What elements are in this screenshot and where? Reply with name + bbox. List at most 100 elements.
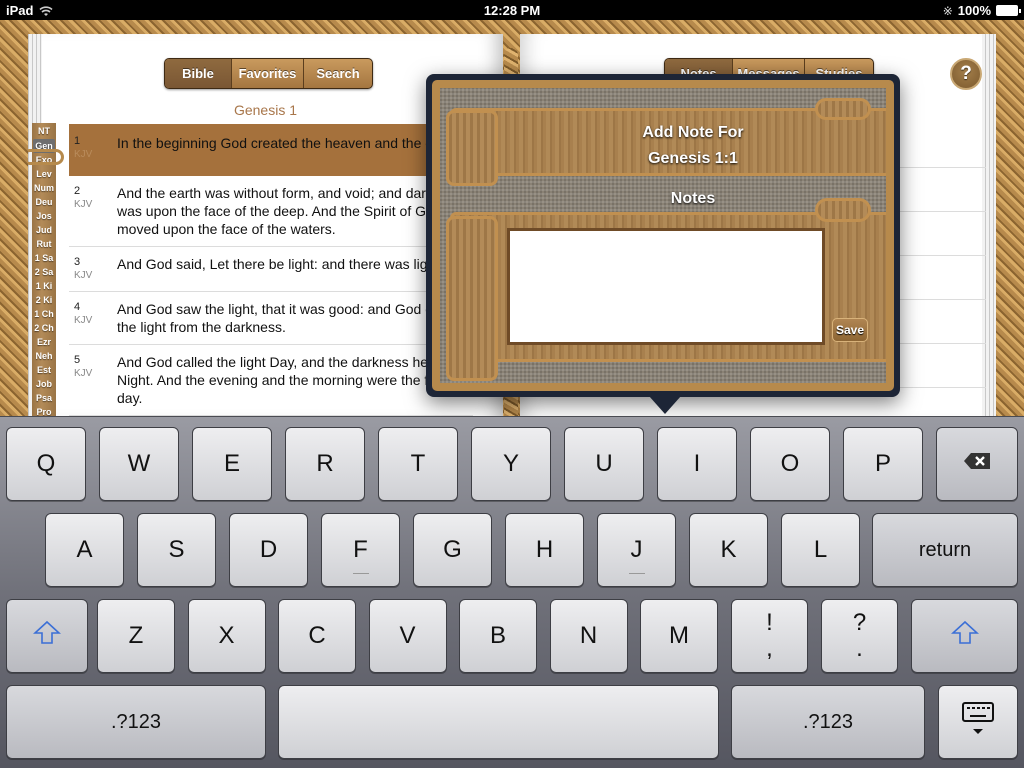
numbers-key-left[interactable]: .?123 xyxy=(6,685,266,759)
key-label: L xyxy=(813,536,828,563)
book-index-item[interactable]: Lev xyxy=(32,167,56,181)
key-label: E xyxy=(223,450,240,477)
book-index-item[interactable]: Rut xyxy=(32,237,56,251)
key-label: B xyxy=(489,622,506,649)
key-k[interactable]: K xyxy=(689,513,768,587)
key-n[interactable]: N xyxy=(549,599,628,673)
key-e[interactable]: E xyxy=(192,427,272,501)
verse-row[interactable]: 1 KJV In the beginning God created the hea… xyxy=(69,124,473,176)
verse-number-label: 1 xyxy=(74,135,81,147)
key-f[interactable]: F xyxy=(321,513,400,587)
hide-keyboard-key[interactable] xyxy=(938,685,1018,759)
book-index-item[interactable]: NT xyxy=(32,123,56,139)
key-label-bottom: . xyxy=(856,635,863,662)
verse-number: 5 KJV xyxy=(69,353,117,407)
key-d[interactable]: D xyxy=(229,513,308,587)
scroll-roll-decoration xyxy=(446,110,498,186)
key-label: H xyxy=(535,536,554,563)
key-s[interactable]: S xyxy=(137,513,216,587)
verse-version: KJV xyxy=(74,368,93,379)
battery-icon xyxy=(996,5,1021,16)
verse-text: And God saw the light, that it was good:… xyxy=(117,301,470,335)
key-y[interactable]: Y xyxy=(471,427,551,501)
add-note-popover: Add Note For Genesis 1:1 Notes Save xyxy=(426,74,900,397)
key-a[interactable]: A xyxy=(45,513,124,587)
key-label: F xyxy=(353,536,368,563)
book-index-item[interactable]: Est xyxy=(32,363,56,377)
scroll-roll-decoration xyxy=(815,98,871,120)
key-q[interactable]: Q xyxy=(6,427,86,501)
save-button[interactable]: Save xyxy=(832,318,868,342)
verse-text: And God said, Let there be light: and th… xyxy=(117,256,444,272)
delete-key[interactable] xyxy=(936,427,1018,501)
verse-text: And the earth was without form, and void… xyxy=(117,185,463,237)
book-index-item[interactable]: 1 Sa xyxy=(32,251,56,265)
shift-key-right[interactable] xyxy=(911,599,1018,673)
book-index-item[interactable]: Jud xyxy=(32,223,56,237)
book-index-item[interactable]: 2 Ki xyxy=(32,293,56,307)
help-button[interactable]: ? xyxy=(950,58,982,90)
book-index-item[interactable]: Ezr xyxy=(32,335,56,349)
key-r[interactable]: R xyxy=(285,427,365,501)
verse-row[interactable]: 3 KJV And God said, Let there be light: an… xyxy=(69,247,473,292)
key-label: G xyxy=(443,536,462,563)
key-o[interactable]: O xyxy=(750,427,830,501)
book-index-item[interactable]: Jos xyxy=(32,209,56,223)
tab-search[interactable]: Search xyxy=(304,59,372,88)
verse-row[interactable]: 4 KJV And God saw the light, that it was g… xyxy=(69,292,473,345)
backspace-icon xyxy=(963,452,991,476)
verse-version: KJV xyxy=(74,315,93,326)
key-b[interactable]: B xyxy=(459,599,537,673)
key-g[interactable]: G xyxy=(413,513,492,587)
space-key[interactable] xyxy=(278,685,719,759)
key-h[interactable]: H xyxy=(505,513,584,587)
popover-title-line2: Genesis 1:1 xyxy=(648,150,738,167)
key-label: Z xyxy=(128,622,144,649)
shift-key-left[interactable] xyxy=(6,599,88,673)
key-label: O xyxy=(780,450,800,477)
key-label-bottom: , xyxy=(766,635,773,662)
book-index-item[interactable]: Job xyxy=(32,377,56,391)
return-key[interactable]: return xyxy=(872,513,1018,587)
verse-row[interactable]: 5 KJV And God called the light Day, and th… xyxy=(69,345,473,416)
key-label: X xyxy=(218,622,235,649)
scroll-roll-decoration xyxy=(446,216,498,381)
clock: 12:28 PM xyxy=(483,3,541,18)
key-v[interactable]: V xyxy=(368,599,447,673)
book-index-item[interactable]: 2 Sa xyxy=(32,265,56,279)
key-c[interactable]: C xyxy=(278,599,356,673)
book-index-item[interactable]: Num xyxy=(32,181,56,195)
key-m[interactable]: M xyxy=(640,599,718,673)
book-index-item[interactable]: Deu xyxy=(32,195,56,209)
key-l[interactable]: L xyxy=(781,513,860,587)
notes-input[interactable] xyxy=(507,228,825,345)
key-question-period[interactable]: ?. xyxy=(821,599,898,673)
key-j[interactable]: J xyxy=(597,513,676,587)
book-index[interactable]: NT Gen Exo Lev Num Deu Jos Jud Rut 1 Sa 2 Sa 1 Ki 2 … xyxy=(28,123,64,416)
book-index-item[interactable]: 2 Ch xyxy=(32,321,56,335)
battery-percent: 100% xyxy=(957,3,991,18)
home-row-marker xyxy=(628,573,645,574)
book-index-item[interactable]: Neh xyxy=(32,349,56,363)
key-t[interactable]: T xyxy=(378,427,458,501)
key-label: J xyxy=(630,536,643,563)
key-label: W xyxy=(127,450,151,477)
shift-icon xyxy=(950,620,979,652)
scroll-roll-decoration xyxy=(815,198,871,222)
numbers-key-right[interactable]: .?123 xyxy=(731,685,925,759)
key-z[interactable]: Z xyxy=(97,599,175,673)
verse-row[interactable]: 2 KJV And the earth was without form, and … xyxy=(69,176,473,247)
key-w[interactable]: W xyxy=(99,427,179,501)
book-index-item[interactable]: 1 Ch xyxy=(32,307,56,321)
key-u[interactable]: U xyxy=(564,427,644,501)
book-index-item[interactable]: 1 Ki xyxy=(32,279,56,293)
key-x[interactable]: X xyxy=(187,599,266,673)
key-exclaim-comma[interactable]: !, xyxy=(731,599,808,673)
book-index-item[interactable]: Psa xyxy=(32,391,56,405)
tab-favorites[interactable]: Favorites xyxy=(232,59,304,88)
verse-list: 1 KJV In the beginning God created the hea… xyxy=(69,124,473,416)
book-index-item[interactable]: Pro xyxy=(32,405,56,416)
key-p[interactable]: P xyxy=(843,427,923,501)
tab-bible[interactable]: Bible xyxy=(165,59,232,88)
key-i[interactable]: I xyxy=(657,427,737,501)
